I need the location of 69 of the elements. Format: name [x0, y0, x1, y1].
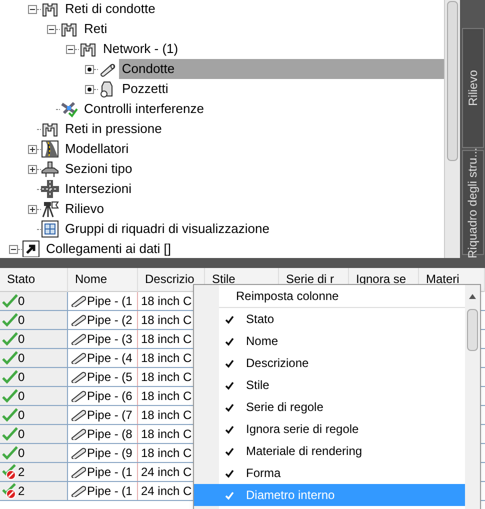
- status-count: 0: [18, 407, 25, 424]
- collapse-icon[interactable]: [66, 44, 75, 54]
- intersection-icon: [41, 180, 59, 198]
- side-tab[interactable]: Rilievo: [462, 28, 484, 148]
- pipe-icon: [70, 409, 86, 421]
- status-count: 0: [18, 369, 25, 386]
- pipe-name: Pipe - (1: [87, 483, 132, 500]
- tree-item[interactable]: Gruppi di riquadri di visualizzazione: [62, 219, 272, 239]
- side-tab[interactable]: Riquadro degli stru...: [462, 150, 484, 255]
- expand-icon[interactable]: [28, 144, 37, 154]
- pipe-name: Pipe - (7: [87, 407, 132, 424]
- tree-item[interactable]: Reti: [81, 19, 110, 39]
- pipe-icon: [70, 352, 86, 364]
- view-frame-icon: [41, 220, 59, 238]
- survey-tripod-icon: [41, 200, 59, 218]
- pipe-icon: [70, 447, 86, 459]
- pipe-icon: [70, 333, 86, 345]
- tree-item[interactable]: Controlli interferenze: [81, 99, 207, 119]
- cross-section-icon: [41, 160, 59, 178]
- tree-item[interactable]: Modellatori: [62, 139, 132, 159]
- tree-item[interactable]: Sezioni tipo: [62, 159, 136, 179]
- tree-item[interactable]: Collegamenti ai dati []: [43, 239, 174, 257]
- pipe-name: Pipe - (5: [87, 369, 132, 386]
- pipe-name: Pipe - (4: [87, 350, 132, 367]
- status-count: 2: [18, 483, 25, 500]
- pipe-name: Pipe - (1: [87, 293, 132, 310]
- pipe-name: Pipe - (3: [87, 331, 132, 348]
- tree-item[interactable]: Reti in pressione: [62, 119, 165, 139]
- node-dot-icon[interactable]: [85, 64, 94, 74]
- tree-item[interactable]: Condotte: [118, 59, 444, 79]
- scrollbar[interactable]: [444, 0, 460, 258]
- pipe-name: Pipe - (1: [87, 464, 132, 481]
- pipe-name: Pipe - (2: [87, 312, 132, 329]
- status-count: 0: [18, 388, 25, 405]
- pipe-icon: [70, 314, 86, 326]
- road-icon: [41, 140, 59, 158]
- scroll-up-icon[interactable]: [469, 294, 476, 299]
- pipe-name: Pipe - (9: [87, 445, 132, 462]
- status-count: 0: [18, 445, 25, 462]
- tree-item[interactable]: Pozzetti: [119, 79, 172, 99]
- collapse-icon[interactable]: [9, 244, 18, 254]
- tree-item[interactable]: Rilievo: [62, 199, 108, 219]
- status-count: 0: [18, 350, 25, 367]
- tree-item[interactable]: Network - (1): [100, 39, 182, 59]
- pipe-icon: [70, 371, 86, 383]
- menu-item[interactable]: Reimposta colonne: [219, 285, 465, 308]
- pipe-icon: [70, 428, 86, 440]
- pipe-icon: [70, 295, 86, 307]
- pipe-name: Pipe - (6: [87, 388, 132, 405]
- menu-scrollbar[interactable]: [465, 285, 480, 509]
- collapse-icon[interactable]: [47, 24, 56, 34]
- pipe-name: Pipe - (8: [87, 426, 132, 443]
- pipe-icon: [70, 485, 86, 497]
- scroll-thumb[interactable]: [447, 1, 458, 161]
- expand-icon[interactable]: [28, 164, 37, 174]
- interference-check-icon: [60, 100, 78, 118]
- node-dot-icon[interactable]: [85, 84, 94, 94]
- status-count: 2: [18, 464, 25, 481]
- status-count: 0: [18, 426, 25, 443]
- tree-item[interactable]: Intersezioni: [62, 179, 134, 199]
- pipe-icon: [70, 390, 86, 402]
- tree-item[interactable]: Reti di condotte: [62, 0, 158, 19]
- scroll-thumb[interactable]: [467, 309, 478, 351]
- pipe-icon: [70, 466, 86, 478]
- expand-icon[interactable]: [28, 204, 37, 214]
- collapse-icon[interactable]: [28, 4, 37, 14]
- status-count: 0: [18, 331, 25, 348]
- status-count: 0: [18, 312, 25, 329]
- status-count: 0: [18, 293, 25, 310]
